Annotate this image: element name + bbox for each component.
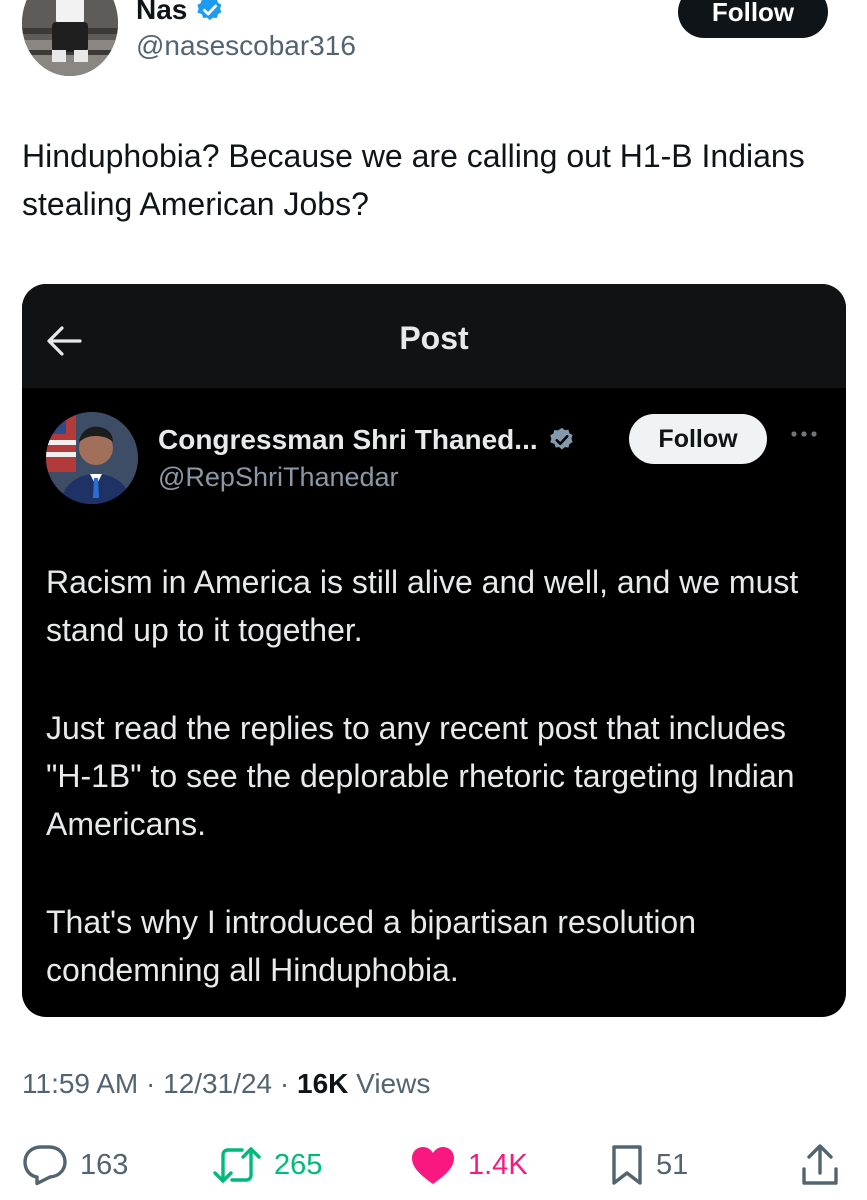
quoted-paragraph: That's why I introduced a bipartisan res… — [46, 904, 697, 988]
author-avatar[interactable] — [22, 0, 118, 76]
quoted-author-name[interactable]: Congressman Shri Thaned... — [158, 424, 538, 456]
author-name-row: Nas — [136, 0, 225, 30]
post-meta: 11:59 AM · 12/31/24 · 16K Views — [22, 1068, 430, 1100]
follow-button[interactable]: Follow — [678, 0, 828, 38]
quoted-post-card[interactable]: Post Congressman Shri Thaned... @RepShri… — [22, 284, 846, 1017]
meta-separator: · — [272, 1068, 298, 1099]
bookmark-button[interactable]: 51 — [610, 1140, 688, 1190]
repost-count: 265 — [274, 1148, 323, 1181]
quoted-author-handle[interactable]: @RepShriThanedar — [158, 462, 399, 493]
like-button[interactable]: 1.4K — [410, 1140, 528, 1190]
quoted-author-avatar[interactable] — [46, 412, 138, 504]
repost-button[interactable]: 265 — [212, 1140, 322, 1190]
reply-button[interactable]: 163 — [22, 1140, 128, 1190]
quoted-follow-button[interactable]: Follow — [629, 414, 767, 464]
quoted-paragraph: Just read the replies to any recent post… — [46, 710, 795, 842]
tweet-text: Hinduphobia? Because we are calling out … — [22, 138, 805, 222]
post-date[interactable]: 12/31/24 — [163, 1068, 272, 1100]
more-icon[interactable] — [788, 424, 820, 444]
author-name[interactable]: Nas — [136, 0, 187, 26]
bookmark-count: 51 — [656, 1148, 689, 1181]
quoted-post-screen-title: Post — [399, 320, 469, 356]
share-icon — [800, 1143, 840, 1187]
post-time[interactable]: 11:59 AM — [22, 1068, 138, 1100]
verified-badge-icon — [548, 426, 576, 454]
like-count: 1.4K — [468, 1148, 528, 1181]
views-count: 16K — [297, 1068, 349, 1099]
bookmark-icon — [610, 1143, 644, 1187]
reply-count: 163 — [80, 1148, 129, 1181]
verified-badge-icon — [195, 0, 225, 25]
meta-separator: · — [138, 1068, 164, 1099]
repost-icon — [212, 1145, 262, 1185]
reply-icon — [22, 1144, 68, 1186]
quoted-paragraph: Racism in America is still alive and wel… — [46, 564, 799, 648]
views-label: Views — [348, 1068, 431, 1099]
quoted-author-name-row: Congressman Shri Thaned... — [158, 420, 576, 460]
author-handle[interactable]: @nasescobar316 — [136, 30, 356, 62]
share-button[interactable] — [800, 1140, 840, 1190]
like-icon — [410, 1145, 456, 1185]
